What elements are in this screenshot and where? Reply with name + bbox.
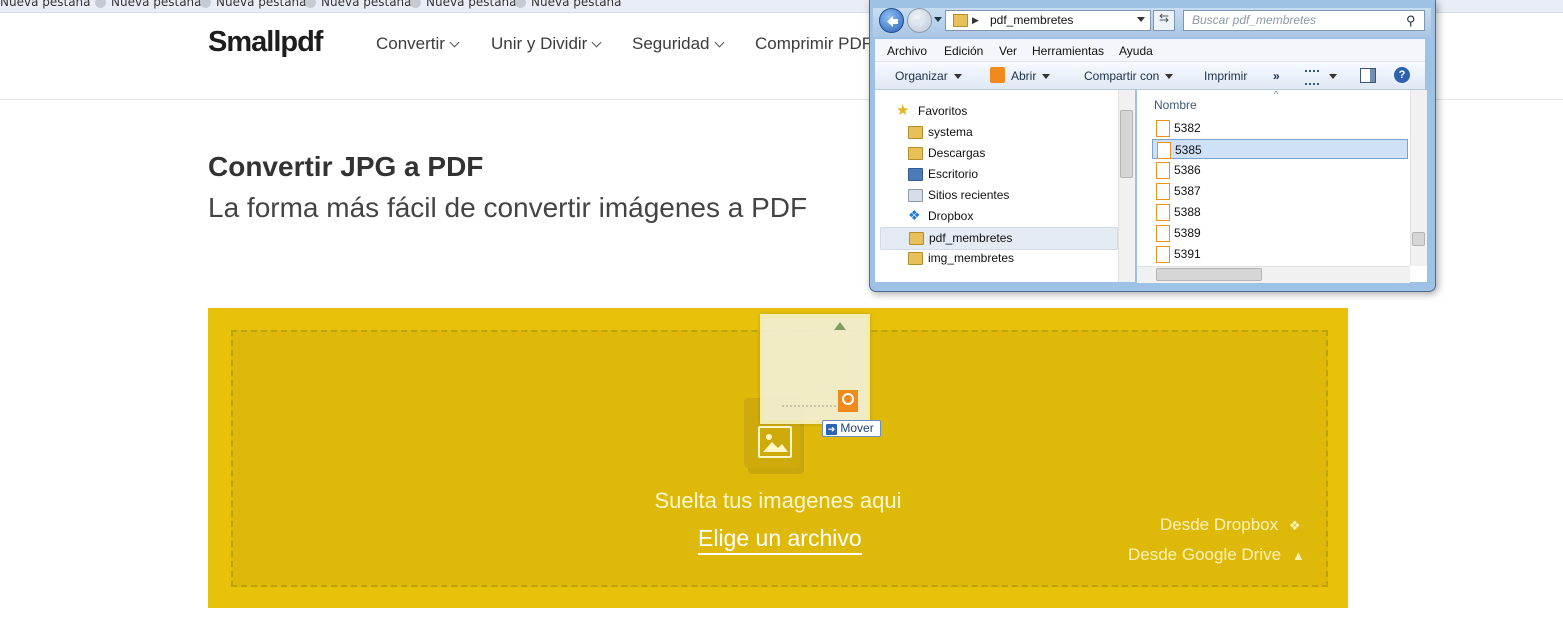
google-drive-icon: ▲: [1291, 548, 1305, 563]
search-icon[interactable]: ⚲: [1406, 13, 1416, 29]
horizontal-scroll-thumb[interactable]: [1156, 268, 1262, 281]
view-options-icon[interactable]: [1305, 70, 1319, 85]
bookmark-item[interactable]: Nueva pestaña: [0, 0, 91, 9]
refresh-button[interactable]: ⇆: [1153, 10, 1175, 31]
menu-edicion[interactable]: Edición: [944, 44, 983, 58]
share-button[interactable]: Compartir con: [1084, 69, 1174, 83]
organize-button[interactable]: Organizar: [895, 69, 962, 83]
history-dropdown-icon[interactable]: [934, 17, 942, 22]
nav-item-systema[interactable]: systema: [880, 122, 1116, 143]
dropzone-prompt: Suelta tus imagenes aqui: [654, 488, 902, 513]
from-google-drive-link[interactable]: Desde Google Drive ▲: [1128, 545, 1305, 565]
nav-item-escritorio[interactable]: Escritorio: [880, 164, 1116, 185]
file-row-5388[interactable]: 5388: [1152, 202, 1408, 222]
nav-pane-scroll-thumb[interactable]: [1120, 110, 1133, 178]
image-icon: [758, 426, 792, 458]
nav-item-descargas[interactable]: Descargas: [880, 143, 1116, 164]
globe-icon: [515, 0, 526, 8]
nav-favorites[interactable]: ★ Favoritos: [880, 101, 1116, 122]
downloads-folder-icon: [908, 147, 923, 160]
nav-convertir[interactable]: Convertir: [376, 34, 460, 54]
from-dropbox-link[interactable]: Desde Dropbox ❖: [1160, 515, 1301, 535]
nav-item-sitios-recientes[interactable]: Sitios recientes: [880, 185, 1116, 206]
sort-indicator-icon: ^: [1274, 89, 1279, 99]
bookmark-item[interactable]: Nueva pestaña: [410, 0, 517, 9]
dropdown-icon: [1165, 74, 1174, 79]
folder-icon: [909, 232, 924, 245]
file-row-5387[interactable]: 5387: [1152, 181, 1408, 201]
menu-ayuda[interactable]: Ayuda: [1119, 44, 1153, 58]
pdf-file-icon: [1156, 162, 1170, 179]
pdf-file-icon: [1156, 225, 1170, 242]
desktop-icon: [908, 168, 923, 181]
menu-archivo[interactable]: Archivo: [887, 44, 927, 58]
pdf-file-icon: [1156, 120, 1170, 137]
star-icon: ★: [896, 102, 910, 119]
pdf-file-icon: [1156, 204, 1170, 221]
column-header-name[interactable]: Nombre: [1154, 98, 1197, 112]
folder-icon: [908, 126, 923, 139]
pdf-file-icon: [1157, 142, 1171, 159]
globe-icon: [200, 0, 211, 8]
choose-file-link[interactable]: Elige un archivo: [698, 525, 862, 555]
bookmark-item[interactable]: Nueva pestaña: [200, 0, 307, 9]
menu-herramientas[interactable]: Herramientas: [1032, 44, 1104, 58]
nav-item-pdf-membretes[interactable]: pdf_membretes: [880, 227, 1118, 250]
menu-ver[interactable]: Ver: [999, 44, 1017, 58]
nav-item-dropbox[interactable]: ❖ Dropbox: [880, 206, 1116, 227]
more-commands-button[interactable]: »: [1273, 69, 1280, 83]
dropbox-icon: ❖: [908, 207, 921, 223]
folder-icon: [953, 14, 968, 27]
site-logo[interactable]: Smallpdf: [208, 26, 323, 59]
file-row-5385[interactable]: 5385: [1152, 139, 1408, 159]
back-button[interactable]: [879, 8, 904, 33]
recent-places-icon: [908, 189, 923, 202]
folder-icon: [908, 252, 923, 265]
bookmark-item[interactable]: Nueva pestaña: [95, 0, 202, 9]
open-button[interactable]: Abrir: [1011, 69, 1051, 83]
page-subtitle: La forma más fácil de convertir imágenes…: [208, 192, 808, 223]
nav-item-img-membretes[interactable]: img_membretes: [880, 248, 1116, 269]
print-button[interactable]: Imprimir: [1204, 69, 1247, 83]
help-icon[interactable]: ?: [1394, 67, 1410, 83]
globe-icon: [95, 0, 106, 8]
bookmark-item[interactable]: Nueva pestaña: [305, 0, 412, 9]
globe-icon: [410, 0, 421, 8]
file-pane-scroll-thumb[interactable]: [1412, 232, 1425, 246]
file-row-5386[interactable]: 5386: [1152, 160, 1408, 180]
nav-unir-dividir[interactable]: Unir y Dividir: [491, 34, 602, 54]
view-dropdown-icon[interactable]: [1329, 74, 1337, 79]
file-row-5389[interactable]: 5389: [1152, 223, 1408, 243]
address-dropdown-icon[interactable]: [1137, 17, 1145, 22]
nav-comprimir-pdf[interactable]: Comprimir PDF: [755, 34, 872, 54]
chevron-down-icon: [449, 37, 460, 48]
pdf-badge-icon: [838, 390, 858, 412]
preview-pane-icon[interactable]: [1360, 68, 1376, 83]
pdf-file-icon: [1156, 183, 1170, 200]
chevron-down-icon: [714, 37, 724, 48]
forward-button[interactable]: [907, 8, 932, 33]
page-title: Convertir JPG a PDF: [208, 151, 484, 182]
dropdown-icon: [1042, 74, 1051, 79]
bookmark-item[interactable]: Nueva pestaña: [515, 0, 622, 9]
globe-icon: [305, 0, 316, 8]
dropdown-icon: [953, 74, 962, 79]
arrow-right-icon: ➜: [826, 424, 837, 435]
file-row-5382[interactable]: 5382: [1152, 118, 1408, 138]
chevron-right-icon: ▶: [972, 15, 979, 25]
search-input[interactable]: Buscar pdf_membretes: [1183, 10, 1425, 31]
drag-tooltip-mover: ➜ Mover: [822, 420, 881, 437]
chevron-down-icon: [591, 37, 602, 48]
nav-seguridad[interactable]: Seguridad: [632, 34, 724, 54]
dropbox-icon: ❖: [1288, 518, 1301, 533]
pdf-file-icon: [1156, 246, 1170, 263]
foxit-icon: [990, 67, 1005, 83]
file-row-5391[interactable]: 5391: [1152, 244, 1408, 264]
